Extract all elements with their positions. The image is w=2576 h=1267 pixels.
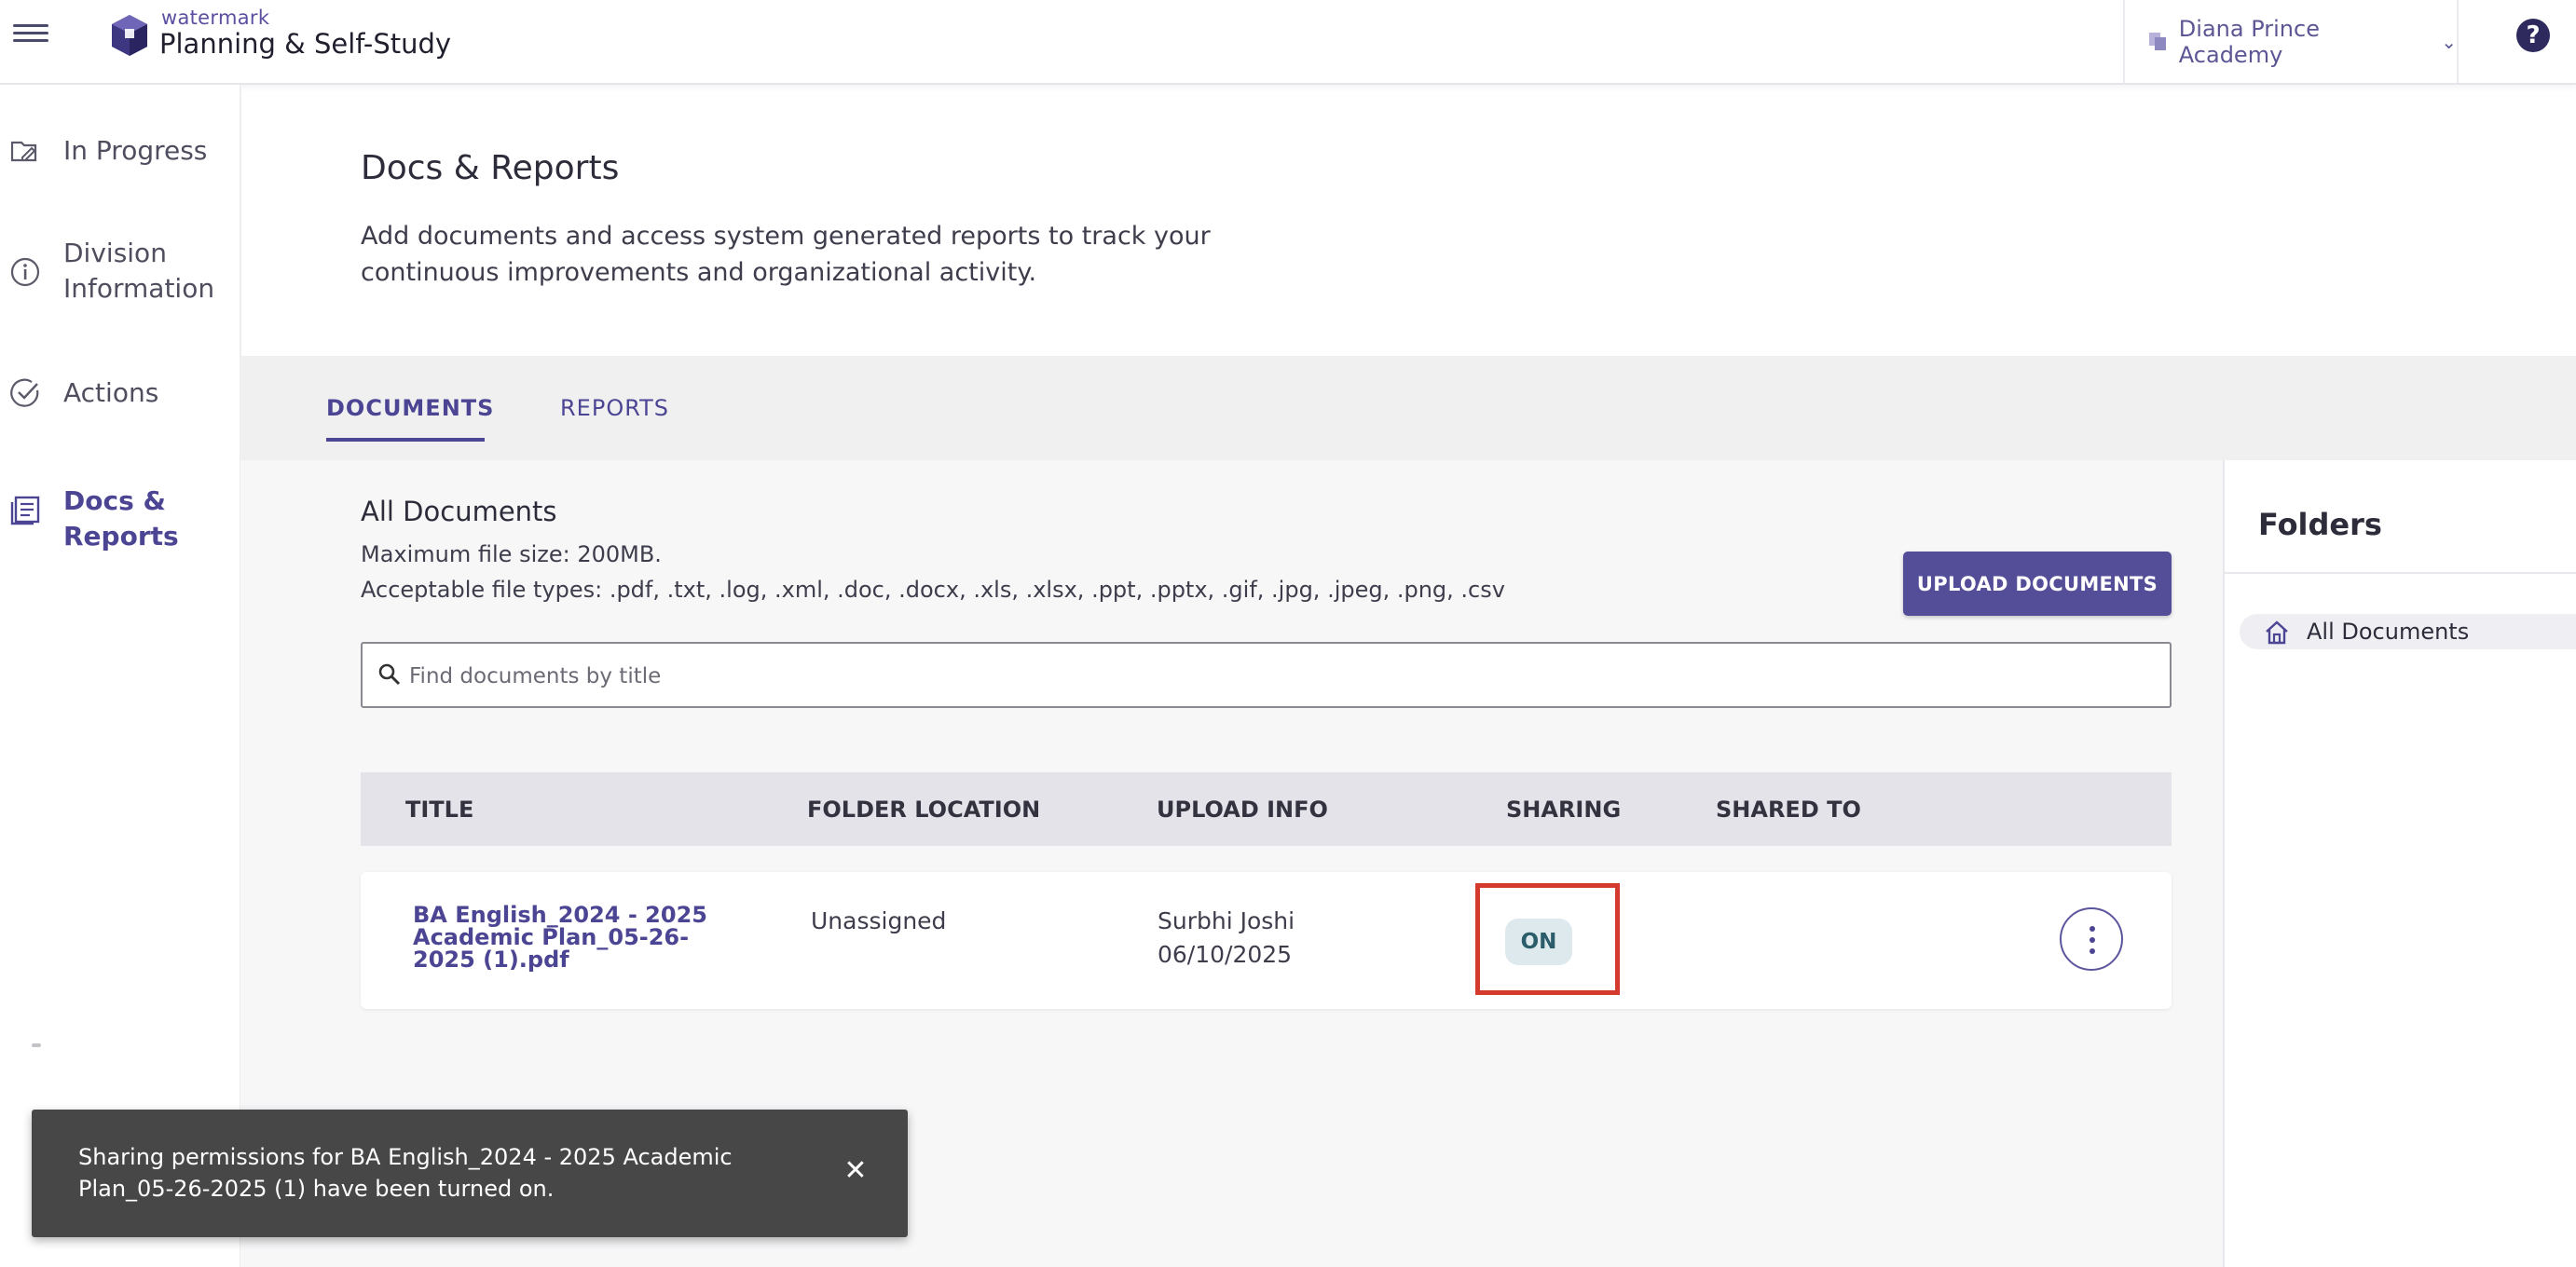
sidebar-item-label: Docs & Reports [63,485,179,552]
sidebar-item-label: Actions [63,377,159,408]
max-file-size: Maximum file size: 200MB. [361,541,662,567]
org-name: Diana Prince Academy [2178,15,2320,68]
upload-documents-button[interactable]: UPLOAD DOCUMENTS [1903,552,2172,616]
column-header-sharing[interactable]: SHARING [1506,797,1621,823]
sidebar-item-label: Division Information [63,238,215,304]
column-header-shared-to[interactable]: SHARED TO [1716,797,1861,823]
org-icon [2149,32,2168,51]
sidebar-item-docs-reports[interactable]: Docs & Reports [0,484,240,562]
acceptable-file-types: Acceptable file types: .pdf, .txt, .log,… [361,577,1505,603]
divider [32,1043,41,1047]
active-tab-indicator [326,438,485,442]
folders-panel: Folders All Documents [2223,460,2576,1267]
divider [2225,572,2576,574]
page-title: Docs & Reports [361,149,620,187]
sidebar-item-division-information[interactable]: Division Information [0,236,240,314]
folder-location: Unassigned [811,907,947,934]
top-bar: watermark Planning & Self-Study Diana Pr… [0,0,2576,85]
search-icon [378,663,401,686]
column-header-folder-location[interactable]: FOLDER LOCATION [807,797,1040,823]
check-circle-icon [10,378,39,407]
column-header-upload-info[interactable]: UPLOAD INFO [1157,797,1328,823]
chevron-down-icon: ⌄ [2441,30,2457,53]
sidebar: In Progress Division Information Actions… [0,85,241,1267]
in-progress-icon [10,141,37,162]
help-icon[interactable]: ? [2516,19,2550,52]
info-icon [10,257,40,287]
search-input[interactable] [407,644,2154,708]
logo-wordmark: watermark [161,7,270,29]
home-icon [2266,620,2288,645]
more-options-icon[interactable] [2060,907,2123,971]
search-field[interactable] [361,642,2172,708]
folders-title: Folders [2258,507,2382,542]
table-header: TITLE FOLDER LOCATION UPLOAD INFO SHARIN… [361,772,2172,846]
tab-bar: DOCUMENTS REPORTS [240,356,2576,460]
upload-date: 06/10/2025 [1158,941,1293,968]
org-switcher[interactable]: Diana Prince Academy ⌄ [2123,0,2459,83]
all-documents-heading: All Documents [361,496,557,527]
table-row: BA English_2024 - 2025 Academic Plan_05-… [361,872,2172,1009]
menu-icon[interactable] [13,24,48,48]
app-title: Planning & Self-Study [159,28,452,60]
close-icon[interactable]: ✕ [837,1152,874,1190]
toast-message: Sharing permissions for BA English_2024 … [78,1144,733,1202]
sharing-status-badge[interactable]: ON [1505,919,1572,965]
sidebar-item-actions[interactable]: Actions [0,375,240,416]
document-title-link[interactable]: BA English_2024 - 2025 Academic Plan_05-… [413,904,739,971]
folder-item-all-documents[interactable]: All Documents [2240,614,2576,649]
docs-reports-icon [10,496,40,525]
folder-label: All Documents [2307,619,2470,645]
tab-reports[interactable]: REPORTS [560,395,669,421]
toast-notification: Sharing permissions for BA English_2024 … [32,1110,908,1237]
uploader-name: Surbhi Joshi [1158,907,1295,934]
page-description: Add documents and access system generate… [361,222,1211,287]
sidebar-item-in-progress[interactable]: In Progress [0,133,240,174]
watermark-logo-icon [112,15,147,56]
tab-documents[interactable]: DOCUMENTS [326,395,494,421]
sidebar-item-label: In Progress [63,135,208,166]
column-header-title[interactable]: TITLE [405,797,473,823]
